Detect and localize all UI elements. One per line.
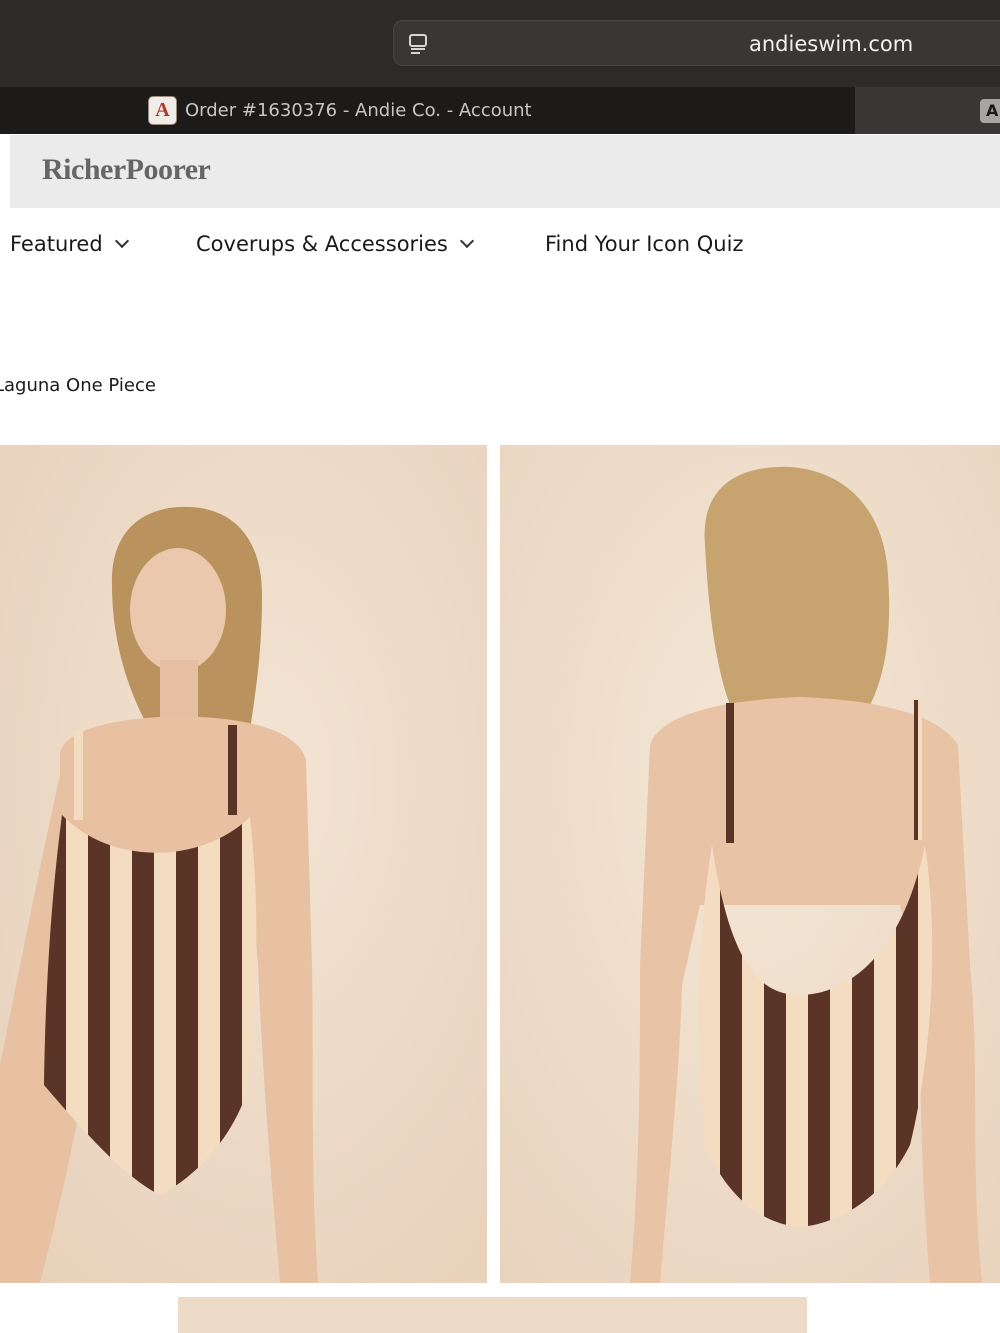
promo-banner: RicherPoorer bbox=[10, 135, 1000, 208]
tab-title: Order #1630376 - Andie Co. - Account bbox=[185, 100, 532, 121]
product-image-front[interactable] bbox=[0, 445, 487, 1283]
url-text[interactable]: andieswim.com bbox=[749, 32, 913, 56]
next-tab-favicon-icon[interactable]: A bbox=[980, 99, 1000, 123]
nav-find-your-icon-quiz[interactable]: Find Your Icon Quiz bbox=[545, 232, 743, 256]
nav-coverups-label: Coverups & Accessories bbox=[196, 232, 448, 256]
product-image-back[interactable] bbox=[500, 445, 1000, 1283]
andie-favicon-icon: A bbox=[148, 96, 177, 125]
nav-featured-label: Featured bbox=[10, 232, 103, 256]
main-nav: Featured Coverups & Accessories Find You… bbox=[0, 208, 1000, 280]
chevron-down-icon bbox=[114, 233, 129, 249]
brand-logo[interactable]: RicherPoorer bbox=[42, 153, 211, 187]
breadcrumb-current[interactable]: Laguna One Piece bbox=[0, 375, 156, 396]
product-image-partial[interactable] bbox=[178, 1297, 807, 1333]
banner-edge bbox=[0, 135, 10, 208]
address-bar[interactable]: andieswim.com bbox=[393, 20, 1000, 66]
page-settings-icon[interactable] bbox=[408, 33, 428, 55]
tab-order-account[interactable]: A Order #1630376 - Andie Co. - Account bbox=[0, 87, 855, 134]
nav-featured[interactable]: Featured bbox=[10, 232, 129, 256]
browser-toolbar: andieswim.com bbox=[0, 0, 1000, 87]
nav-coverups-accessories[interactable]: Coverups & Accessories bbox=[196, 232, 474, 256]
nav-quiz-label: Find Your Icon Quiz bbox=[545, 232, 744, 256]
chevron-down-icon bbox=[459, 233, 474, 249]
tab-strip: A Order #1630376 - Andie Co. - Account A bbox=[0, 87, 1000, 134]
